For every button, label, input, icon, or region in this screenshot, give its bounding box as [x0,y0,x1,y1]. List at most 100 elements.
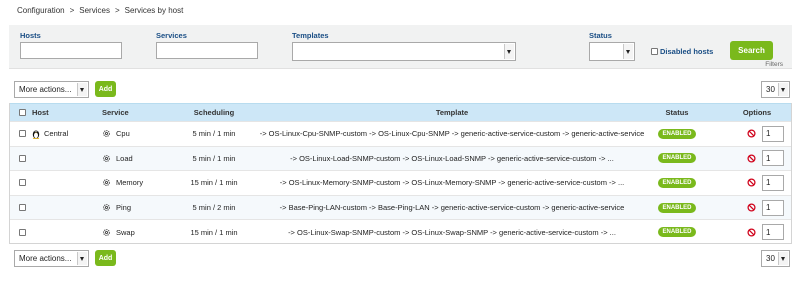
page-size-select-bottom[interactable]: 30 [761,250,790,267]
more-actions-select-bottom[interactable]: More actions... [14,250,89,267]
table-row: Load 5 min / 1 min -> OS-Linux-Load-SNMP… [10,145,791,171]
service-name[interactable]: Memory [116,178,143,187]
service-name[interactable]: Swap [116,228,135,237]
select-all-cell [19,104,26,121]
table-row: Central Cpu 5 min / 1 min -> OS-Linux-Cp… [10,121,791,146]
service-cell: Memory [102,171,143,195]
filters-link[interactable]: Filters [765,61,783,68]
header-scheduling[interactable]: Scheduling [176,104,252,121]
row-select-cell [19,147,26,171]
template-cell[interactable]: -> Base-Ping-LAN-custom -> Base-Ping-LAN… [252,196,652,220]
status-cell: ENABLED [652,171,702,195]
table-row: Swap 15 min / 1 min -> OS-Linux-Swap-SNM… [10,219,791,244]
host-cell: Central [32,122,68,146]
gear-icon [103,204,110,211]
add-button-bottom[interactable]: Add [95,250,116,266]
row-checkbox[interactable] [19,154,26,162]
disabled-hosts-label: Disabled hosts [660,47,714,56]
status-badge: ENABLED [658,153,696,164]
header-status[interactable]: Status [652,104,702,121]
status-cell: ENABLED [652,147,702,171]
row-checkbox[interactable] [19,130,26,138]
template-cell[interactable]: -> OS-Linux-Cpu-SNMP-custom -> OS-Linux-… [252,122,652,146]
duplicate-count-input[interactable]: 1 [762,125,784,142]
duplicate-count-input[interactable]: 1 [762,224,784,241]
scheduling-cell: 15 min / 1 min [190,227,238,237]
status-cell: ENABLED [652,196,702,220]
header-host[interactable]: Host [32,104,49,121]
more-actions-label: More actions... [19,85,72,94]
disable-ban-icon[interactable] [747,203,756,212]
status-badge: ENABLED [658,202,696,213]
templates-filter-label: Templates [292,31,329,40]
services-filter-label: Services [156,31,187,40]
table-row: Memory 15 min / 1 min -> OS-Linux-Memory… [10,170,791,195]
header-options: Options [742,108,772,117]
services-filter-input[interactable] [156,42,258,59]
gear-icon [103,179,110,187]
service-cell: Load [102,147,133,171]
linux-penguin-icon [32,130,40,139]
chevron-down-icon [77,83,87,96]
options-cell: 1 [747,122,784,146]
scheduling-cell: 5 min / 1 min [192,153,236,163]
duplicate-count-input[interactable]: 1 [762,174,784,191]
options-cell: 1 [747,147,784,171]
duplicate-count-input[interactable]: 1 [762,199,784,216]
row-select-cell [19,196,26,220]
disable-ban-icon[interactable] [747,129,756,138]
more-actions-select-top[interactable]: More actions... [14,81,89,98]
breadcrumb-configuration[interactable]: Configuration [17,6,65,15]
breadcrumb-separator: > [69,6,75,15]
breadcrumb-services-by-host[interactable]: Services by host [125,6,184,15]
service-cell: Ping [102,196,131,220]
chevron-down-icon [77,252,87,265]
breadcrumb-services[interactable]: Services [79,6,110,15]
duplicate-count-input[interactable]: 1 [762,150,784,167]
status-filter-select[interactable] [589,42,635,61]
hosts-filter-input[interactable] [20,42,122,59]
page-size-value: 30 [766,254,775,263]
disable-ban-icon[interactable] [747,178,756,188]
gear-icon [103,228,110,236]
service-name[interactable]: Load [116,154,133,163]
templates-filter-select[interactable] [292,42,516,61]
row-checkbox[interactable] [19,204,26,212]
row-select-cell [19,171,26,195]
gear-icon [103,154,110,162]
status-badge: ENABLED [658,227,696,238]
services-table: Host Service Scheduling Template Status … [9,103,792,244]
search-button[interactable]: Search [730,41,773,60]
row-checkbox[interactable] [19,228,26,236]
options-cell: 1 [747,220,784,244]
breadcrumb-separator: > [114,6,120,15]
chevron-down-icon [778,83,788,96]
status-badge: ENABLED [658,128,696,139]
row-checkbox[interactable] [19,179,26,187]
disabled-hosts-checkbox[interactable] [651,48,658,55]
options-cell: 1 [747,171,784,195]
scheduling-cell: 15 min / 1 min [190,178,238,188]
add-button-top[interactable]: Add [95,81,116,97]
gear-icon [103,130,110,138]
status-filter-label: Status [589,31,612,40]
options-cell: 1 [747,196,784,220]
header-service[interactable]: Service [102,104,129,121]
template-cell[interactable]: -> OS-Linux-Memory-SNMP-custom -> OS-Lin… [252,171,652,195]
service-name[interactable]: Cpu [116,129,130,138]
scheduling-cell: 5 min / 2 min [192,203,236,213]
header-template[interactable]: Template [252,104,652,121]
status-badge: ENABLED [658,177,696,188]
disable-ban-icon[interactable] [747,228,756,237]
table-header: Host Service Scheduling Template Status … [10,103,791,121]
disabled-hosts-toggle[interactable]: Disabled hosts [651,47,713,56]
service-name[interactable]: Ping [116,203,131,212]
host-name[interactable]: Central [44,129,68,138]
page-size-select-top[interactable]: 30 [761,81,790,98]
disable-ban-icon[interactable] [747,154,756,163]
select-all-checkbox[interactable] [19,109,26,116]
template-cell[interactable]: -> OS-Linux-Swap-SNMP-custom -> OS-Linux… [252,220,652,244]
chevron-down-icon [504,44,514,59]
template-cell[interactable]: -> OS-Linux-Load-SNMP-custom -> OS-Linux… [252,147,652,171]
chevron-down-icon [778,252,788,265]
